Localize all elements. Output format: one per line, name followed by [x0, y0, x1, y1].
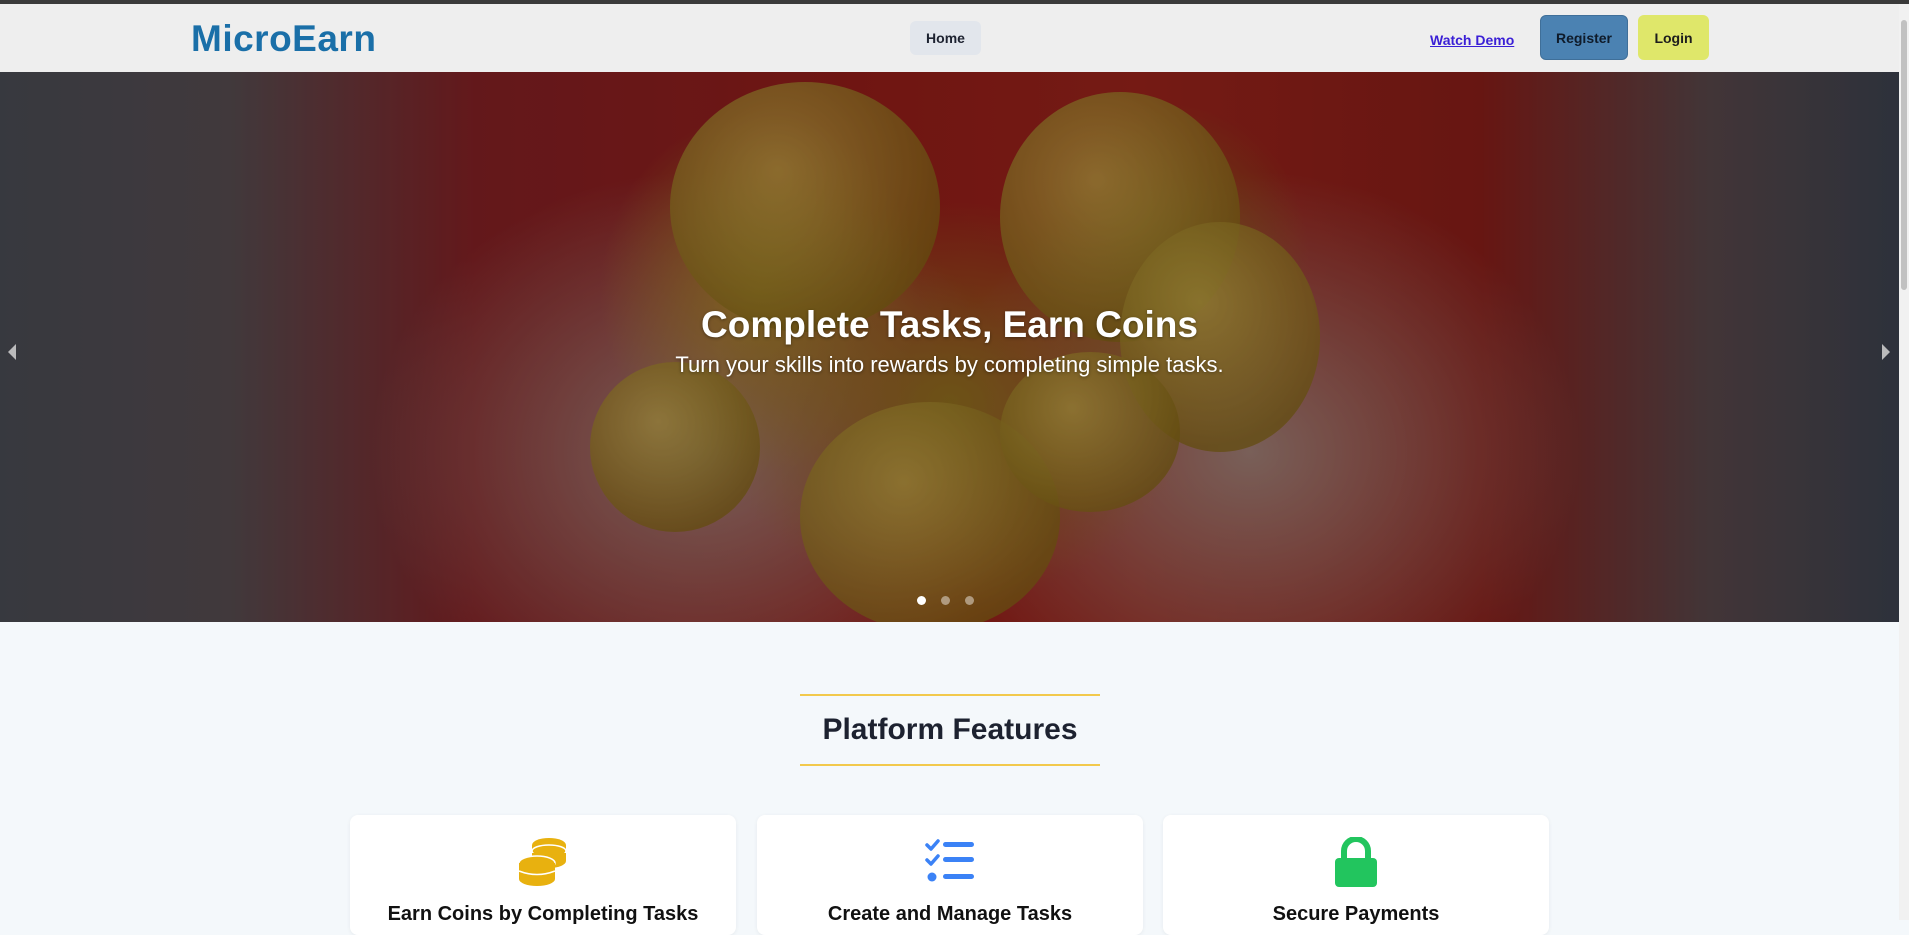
- scrollbar-thumb[interactable]: [1901, 20, 1907, 290]
- lock-icon: [1163, 837, 1549, 887]
- feature-title: Secure Payments: [1272, 903, 1440, 925]
- carousel-dot-3[interactable]: [965, 596, 974, 605]
- page-scrollbar[interactable]: [1899, 4, 1909, 920]
- register-button[interactable]: Register: [1540, 15, 1628, 60]
- feature-card-create-tasks: Create and Manage Tasks: [757, 815, 1143, 935]
- carousel-dot-1[interactable]: [917, 596, 926, 605]
- carousel-prev-button[interactable]: [2, 337, 22, 367]
- task-list-icon: [757, 837, 1143, 887]
- features-heading: Platform Features: [822, 713, 1078, 746]
- brand-logo[interactable]: MicroEarn: [191, 18, 376, 60]
- feature-card-earn-coins: Earn Coins by Completing Tasks: [350, 815, 736, 935]
- carousel-dot-2[interactable]: [941, 596, 950, 605]
- coins-icon: [350, 837, 736, 887]
- feature-card-secure-payments: Secure Payments: [1163, 815, 1549, 935]
- login-button[interactable]: Login: [1638, 15, 1709, 60]
- nav-home-link[interactable]: Home: [910, 21, 981, 55]
- carousel-next-button[interactable]: [1876, 337, 1896, 367]
- hero-carousel: Complete Tasks, Earn Coins Turn your ski…: [0, 72, 1899, 622]
- feature-title: Create and Manage Tasks: [827, 903, 1073, 925]
- watch-demo-link[interactable]: Watch Demo: [1430, 32, 1514, 48]
- hero-overlay: [0, 72, 1899, 622]
- chevron-right-icon: [1882, 344, 1890, 360]
- hero-subtitle: Turn your skills into rewards by complet…: [675, 352, 1224, 377]
- carousel-dots: [917, 596, 974, 605]
- hero-title: Complete Tasks, Earn Coins: [701, 304, 1198, 345]
- features-heading-frame: Platform Features: [800, 694, 1100, 766]
- chevron-left-icon: [8, 344, 16, 360]
- navbar: MicroEarn Home Watch Demo Register Login: [0, 4, 1899, 72]
- feature-title: Earn Coins by Completing Tasks: [387, 903, 699, 925]
